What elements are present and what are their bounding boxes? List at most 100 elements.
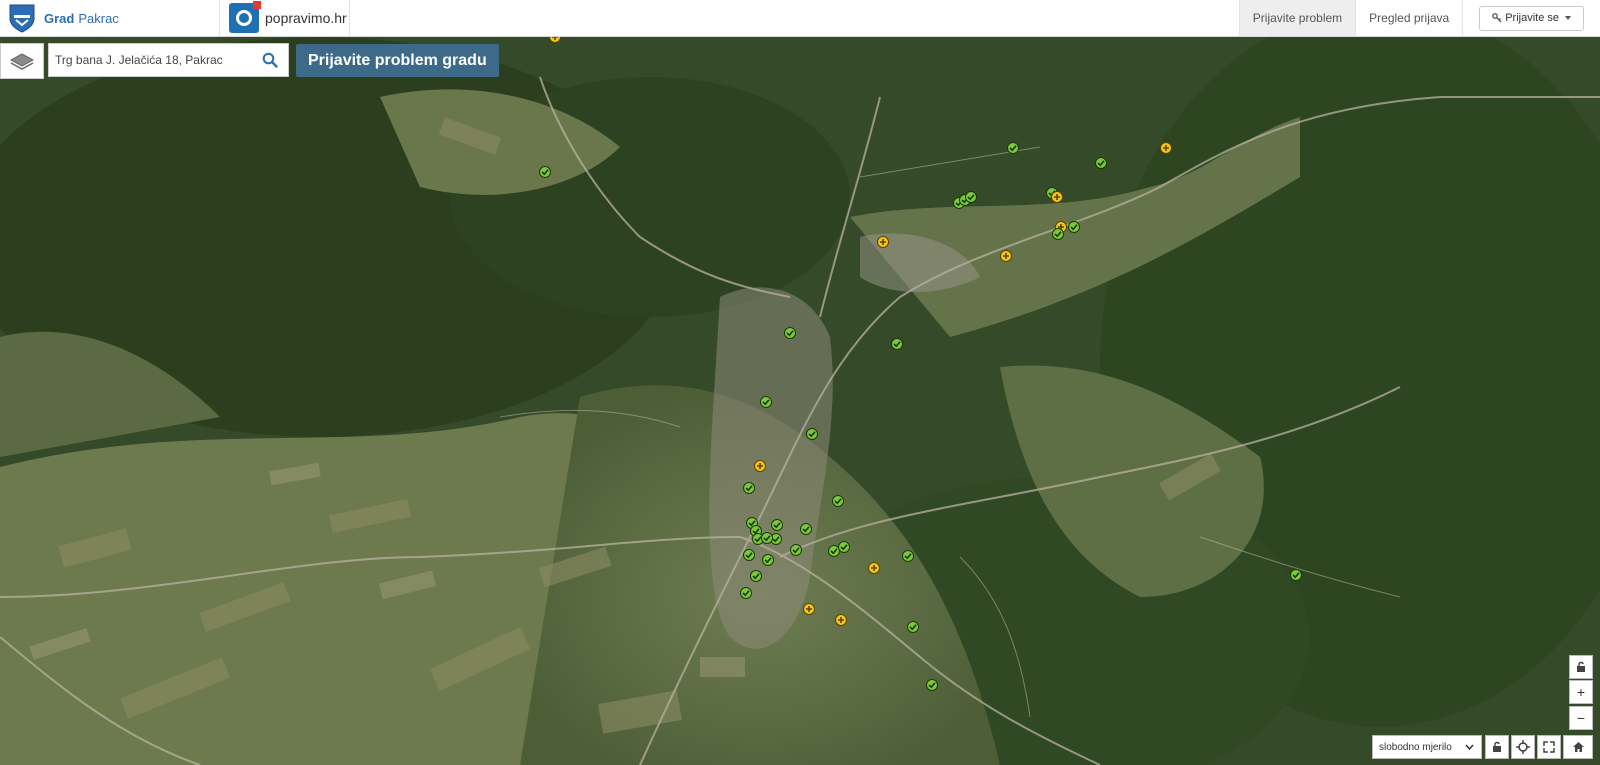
coat-of-arms-icon xyxy=(9,4,35,33)
check-icon xyxy=(1070,224,1078,231)
scale-select-value: slobodno mjerilo xyxy=(1379,741,1452,753)
pending-report-marker[interactable] xyxy=(877,236,889,248)
resolved-report-marker[interactable] xyxy=(1052,228,1064,240)
lock-control[interactable] xyxy=(1569,655,1593,679)
plus-icon xyxy=(1003,253,1009,259)
unlock-rotation-button[interactable] xyxy=(1485,735,1509,759)
check-icon xyxy=(745,552,753,559)
resolved-report-marker[interactable] xyxy=(1290,569,1302,581)
check-icon xyxy=(967,194,975,201)
check-icon xyxy=(909,624,917,631)
resolved-report-marker[interactable] xyxy=(771,519,783,531)
resolved-report-marker[interactable] xyxy=(743,482,755,494)
check-icon xyxy=(742,590,750,597)
login-label: Prijavite se xyxy=(1505,12,1559,24)
scale-select[interactable]: slobodno mjerilo xyxy=(1372,735,1482,759)
resolved-report-marker[interactable] xyxy=(760,396,772,408)
fullscreen-button[interactable] xyxy=(1537,735,1561,759)
pending-report-marker[interactable] xyxy=(1160,142,1172,154)
nav-review-reports[interactable]: Pregled prijava xyxy=(1355,0,1462,36)
resolved-report-marker[interactable] xyxy=(1068,221,1080,233)
resolved-report-marker[interactable] xyxy=(750,570,762,582)
chevron-down-icon xyxy=(1565,16,1571,20)
check-icon xyxy=(752,573,760,580)
check-icon xyxy=(772,536,780,543)
zoom-in-button[interactable]: + xyxy=(1569,680,1593,704)
layers-button[interactable] xyxy=(0,43,44,79)
city-name: Pakrac xyxy=(78,10,119,26)
check-icon xyxy=(792,547,800,554)
crosshair-icon xyxy=(1516,740,1530,754)
unlock-icon xyxy=(1493,741,1501,752)
home-button[interactable] xyxy=(1563,735,1593,759)
check-icon xyxy=(763,535,771,542)
plus-icon xyxy=(757,463,763,469)
nav-report-problem[interactable]: Prijavite problem xyxy=(1238,0,1356,36)
resolved-report-marker[interactable] xyxy=(806,428,818,440)
popravimo-logo-link[interactable]: popravimo.hr xyxy=(220,0,350,36)
resolved-report-marker[interactable] xyxy=(761,532,773,544)
locate-me-button[interactable] xyxy=(1511,735,1535,759)
check-icon xyxy=(762,399,770,406)
resolved-report-marker[interactable] xyxy=(790,544,802,556)
address-search-input[interactable] xyxy=(49,53,249,67)
zoom-out-button[interactable]: − xyxy=(1569,706,1593,730)
search-icon[interactable] xyxy=(262,52,278,68)
check-icon xyxy=(840,544,848,551)
satellite-map[interactable] xyxy=(0,37,1600,765)
check-icon xyxy=(802,526,810,533)
pending-report-marker[interactable] xyxy=(803,603,815,615)
chevron-down-icon xyxy=(1465,744,1474,751)
resolved-report-marker[interactable] xyxy=(832,495,844,507)
resolved-report-marker[interactable] xyxy=(1095,157,1107,169)
report-problem-button[interactable]: Prijavite problem gradu xyxy=(296,44,499,77)
check-icon xyxy=(1097,160,1105,167)
plus-icon xyxy=(1054,194,1060,200)
resolved-report-marker[interactable] xyxy=(740,587,752,599)
check-icon xyxy=(764,557,772,564)
check-icon xyxy=(1292,572,1300,579)
home-icon xyxy=(1572,742,1584,752)
check-icon xyxy=(773,522,781,529)
check-icon xyxy=(904,553,912,560)
unlock-icon xyxy=(1577,661,1585,672)
expand-icon xyxy=(1543,741,1555,753)
check-icon xyxy=(808,431,816,438)
pending-report-marker[interactable] xyxy=(835,614,847,626)
resolved-report-marker[interactable] xyxy=(926,679,938,691)
pending-report-marker[interactable] xyxy=(868,562,880,574)
resolved-report-marker[interactable] xyxy=(907,621,919,633)
resolved-report-marker[interactable] xyxy=(891,338,903,350)
login-button[interactable]: Prijavite se xyxy=(1479,5,1584,31)
pending-report-marker[interactable] xyxy=(1000,250,1012,262)
check-icon xyxy=(893,341,901,348)
address-search-box[interactable] xyxy=(48,43,289,77)
resolved-report-marker[interactable] xyxy=(1007,142,1019,154)
resolved-report-marker[interactable] xyxy=(800,523,812,535)
check-icon xyxy=(541,169,549,176)
resolved-report-marker[interactable] xyxy=(743,549,755,561)
pending-report-marker[interactable] xyxy=(754,460,766,472)
check-icon xyxy=(1054,231,1062,238)
resolved-report-marker[interactable] xyxy=(838,541,850,553)
top-navbar: Grad Pakrac popravimo.hr Prijavite probl… xyxy=(0,0,1600,37)
plus-icon xyxy=(838,617,844,623)
layers-icon xyxy=(9,53,35,70)
check-icon xyxy=(834,498,842,505)
plus-icon xyxy=(880,239,886,245)
plus-icon xyxy=(806,606,812,612)
pending-report-marker[interactable] xyxy=(1051,191,1063,203)
check-icon xyxy=(745,485,753,492)
plus-icon xyxy=(552,37,558,40)
check-icon xyxy=(928,682,936,689)
plus-icon xyxy=(871,565,877,571)
resolved-report-marker[interactable] xyxy=(762,554,774,566)
city-label-bold: Grad xyxy=(44,10,75,26)
resolved-report-marker[interactable] xyxy=(784,327,796,339)
plus-icon xyxy=(1163,145,1169,151)
popravimo-icon xyxy=(229,1,261,33)
resolved-report-marker[interactable] xyxy=(539,166,551,178)
city-logo-link[interactable]: Grad Pakrac xyxy=(0,0,220,36)
resolved-report-marker[interactable] xyxy=(965,191,977,203)
resolved-report-marker[interactable] xyxy=(902,550,914,562)
